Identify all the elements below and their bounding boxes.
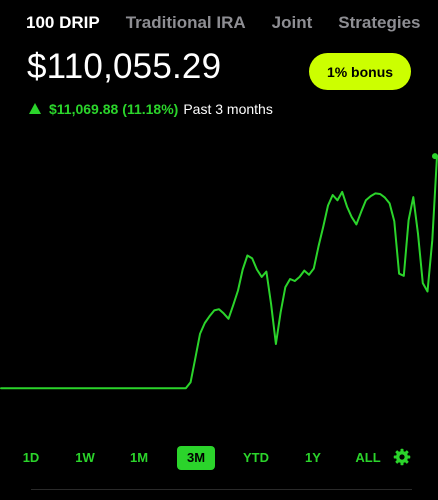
gear-icon[interactable] (393, 448, 411, 466)
range-1m[interactable]: 1M (124, 446, 154, 470)
range-3m[interactable]: 3M (177, 446, 215, 470)
change-period: Past 3 months (183, 101, 273, 117)
range-1y[interactable]: 1Y (298, 446, 328, 470)
tab-strategies[interactable]: Strategies (338, 13, 420, 33)
change-amount: $11,069.88 (49, 101, 119, 117)
tab-100-drip[interactable]: 100 DRIP (26, 13, 100, 33)
tab-joint[interactable]: Joint (272, 13, 313, 33)
performance-change: $11,069.88 (11.18%) Past 3 months (29, 101, 273, 117)
account-tabs: 100 DRIP Traditional IRA Joint Strategie… (26, 13, 438, 33)
current-value-dot (432, 153, 438, 160)
range-ytd[interactable]: YTD (237, 446, 275, 470)
time-range-selector: 1D 1W 1M 3M YTD 1Y ALL (0, 446, 438, 470)
range-1w[interactable]: 1W (70, 446, 100, 470)
range-all[interactable]: ALL (351, 446, 385, 470)
account-balance: $110,055.29 (27, 47, 222, 86)
up-arrow-icon (29, 103, 41, 114)
divider (31, 489, 412, 490)
portfolio-chart[interactable] (0, 130, 438, 430)
portfolio-value-line (0, 155, 438, 390)
tab-traditional-ira[interactable]: Traditional IRA (126, 13, 246, 33)
change-percent: (11.18%) (122, 101, 179, 117)
bonus-button[interactable]: 1% bonus (309, 53, 411, 90)
range-1d[interactable]: 1D (16, 446, 46, 470)
